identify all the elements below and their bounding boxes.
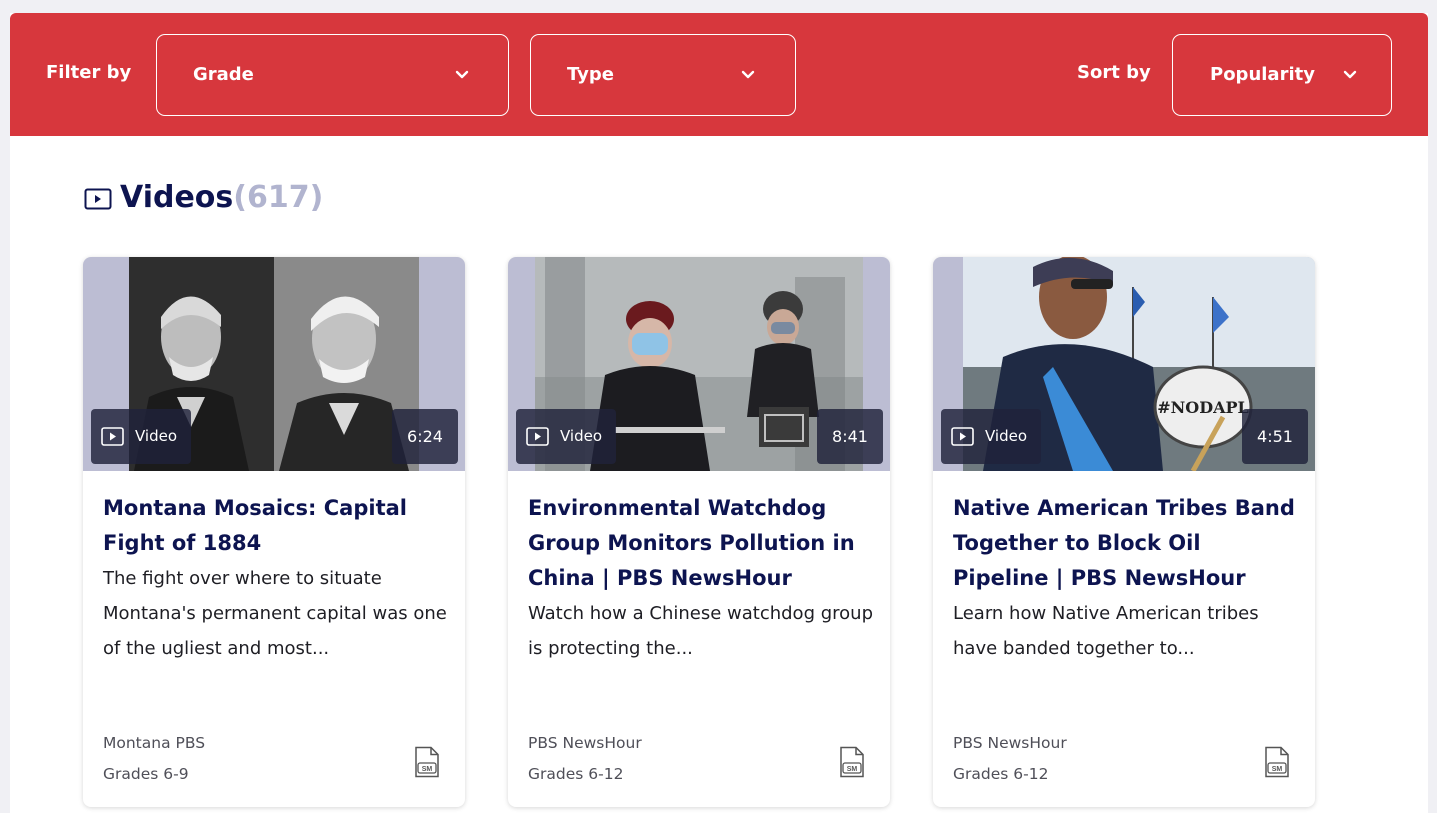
card-title[interactable]: Native American Tribes Band Together to … xyxy=(953,491,1298,596)
filter-by-label: Filter by xyxy=(46,62,132,83)
type-dropdown-label: Type xyxy=(567,64,614,85)
chevron-down-icon xyxy=(741,70,755,79)
card-source: PBS NewsHour xyxy=(953,734,1067,752)
duration-badge: 6:24 xyxy=(392,409,458,464)
sort-dropdown[interactable]: Popularity xyxy=(1172,34,1392,116)
sm-document-icon: SM xyxy=(1265,746,1289,778)
card-title[interactable]: Environmental Watchdog Group Monitors Po… xyxy=(528,491,873,596)
grade-dropdown-label: Grade xyxy=(193,64,254,85)
video-thumbnail: Video 8:41 xyxy=(508,257,890,471)
svg-text:#NODAPL: #NODAPL xyxy=(1157,398,1249,417)
content-type-label: Video xyxy=(985,427,1028,445)
content-type-label: Video xyxy=(135,427,178,445)
section-title: Videos xyxy=(120,180,234,215)
video-card[interactable]: #NODAPL Video 4:51 Native American Tribe… xyxy=(933,257,1315,807)
card-description: Learn how Native American tribes have ba… xyxy=(953,603,1259,659)
grade-dropdown[interactable]: Grade xyxy=(156,34,509,116)
video-play-icon xyxy=(526,427,549,446)
content-type-badge: Video xyxy=(91,409,191,464)
filter-bar: Filter by Grade Type Sort by Popularity xyxy=(10,13,1428,136)
card-title[interactable]: Montana Mosaics: Capital Fight of 1884 xyxy=(103,491,448,561)
video-play-icon xyxy=(84,188,112,210)
chevron-down-icon xyxy=(455,70,469,79)
content-type-label: Video xyxy=(560,427,603,445)
duration-badge: 8:41 xyxy=(817,409,883,464)
section-count: (617) xyxy=(233,180,324,215)
sm-document-icon: SM xyxy=(415,746,439,778)
svg-text:SM: SM xyxy=(422,766,433,773)
card-grades: Grades 6-12 xyxy=(528,765,624,783)
content-type-badge: Video xyxy=(941,409,1041,464)
svg-text:SM: SM xyxy=(1272,766,1283,773)
card-description: Watch how a Chinese watchdog group is pr… xyxy=(528,603,873,659)
card-description: The fight over where to situate Montana'… xyxy=(103,568,447,659)
video-thumbnail: Video 6:24 xyxy=(83,257,465,471)
video-card[interactable]: Video 8:41 Environmental Watchdog Group … xyxy=(508,257,890,807)
card-source: Montana PBS xyxy=(103,734,206,752)
video-card[interactable]: Video 6:24 Montana Mosaics: Capital Figh… xyxy=(83,257,465,807)
card-grades: Grades 6-12 xyxy=(953,765,1049,783)
videos-section-heading: Videos (617) xyxy=(84,178,323,218)
sm-document-icon: SM xyxy=(840,746,864,778)
video-play-icon xyxy=(101,427,124,446)
video-thumbnail: #NODAPL Video 4:51 xyxy=(933,257,1315,471)
chevron-down-icon xyxy=(1343,70,1357,79)
video-play-icon xyxy=(951,427,974,446)
card-source: PBS NewsHour xyxy=(528,734,642,752)
duration-badge: 4:51 xyxy=(1242,409,1308,464)
content-type-badge: Video xyxy=(516,409,616,464)
page-frame: Filter by Grade Type Sort by Popularity xyxy=(10,13,1428,813)
card-grades: Grades 6-9 xyxy=(103,765,189,783)
sort-dropdown-label: Popularity xyxy=(1210,64,1315,85)
svg-text:SM: SM xyxy=(847,766,858,773)
type-dropdown[interactable]: Type xyxy=(530,34,796,116)
sort-by-label: Sort by xyxy=(1077,62,1151,83)
